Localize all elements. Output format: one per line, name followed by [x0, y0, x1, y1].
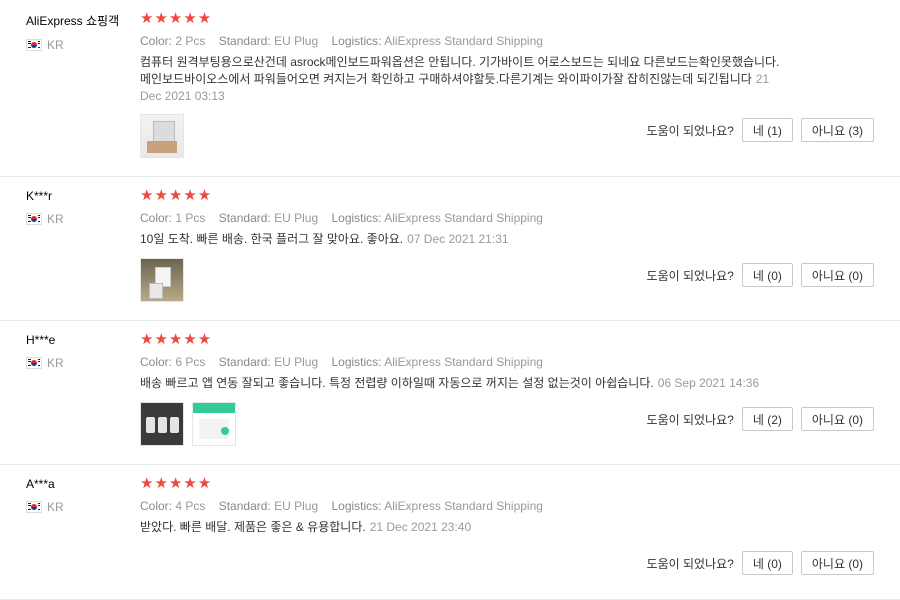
star-rating: ★★★★★ — [140, 10, 213, 27]
review-text-block: 배송 빠르고 앱 연동 잘되고 좋습니다. 특정 전렵량 이하일때 자동으로 꺼… — [140, 375, 840, 392]
reviewer-country: KR — [26, 500, 136, 514]
review-text: 배송 빠르고 앱 연동 잘되고 좋습니다. 특정 전렵량 이하일때 자동으로 꺼… — [140, 376, 654, 390]
standard-value: EU Plug — [274, 499, 319, 513]
standard-value: EU Plug — [274, 355, 319, 369]
review-photo[interactable] — [140, 402, 184, 446]
color-label: Color: — [140, 355, 173, 369]
color-value: 6 Pcs — [175, 355, 206, 369]
review-item: A***a KR ★★★★★ Color: 4 Pcs Standard: EU… — [0, 465, 900, 600]
korea-flag-icon — [26, 213, 42, 225]
helpful-no-button[interactable]: 아니요 (0) — [800, 551, 874, 575]
reviewer-name: H***e — [26, 333, 56, 347]
review-photos — [140, 258, 184, 302]
helpful-yes-button[interactable]: 네 (2) — [741, 407, 793, 431]
review-date: 21 Dec 2021 23:40 — [369, 520, 472, 534]
helpful-question: 도움이 되었나요? — [646, 556, 734, 571]
country-code: KR — [47, 212, 64, 226]
reviewer-info: H***e KR — [26, 333, 136, 370]
review-text-block: 컴퓨터 원격부팅용으로산건데 asrock메인보드파워옵션은 안됩니다. 기가바… — [140, 54, 790, 105]
standard-label: Standard: — [218, 499, 271, 513]
reviewer-info: A***a KR — [26, 477, 136, 514]
review-photos — [140, 114, 184, 158]
helpful-question: 도움이 되었나요? — [646, 412, 734, 427]
helpful-no-button[interactable]: 아니요 (0) — [800, 263, 874, 287]
review-attributes: Color: 4 Pcs Standard: EU Plug Logistics… — [140, 499, 874, 513]
review-text: 컴퓨터 원격부팅용으로산건데 asrock메인보드파워옵션은 안됩니다. 기가바… — [140, 55, 780, 86]
review-content: ★★★★★ Color: 2 Pcs Standard: EU Plug Log… — [140, 10, 874, 105]
review-date: 07 Dec 2021 21:31 — [407, 232, 509, 246]
review-photo[interactable] — [192, 402, 236, 446]
standard-label: Standard: — [218, 34, 271, 48]
review-text: 10일 도착. 빠른 배송. 한국 플러그 잘 맞아요. 좋아요. — [140, 232, 404, 246]
korea-flag-icon — [26, 39, 42, 51]
logistics-label: Logistics: — [331, 34, 382, 48]
star-rating: ★★★★★ — [140, 475, 213, 492]
review-attributes: Color: 1 Pcs Standard: EU Plug Logistics… — [140, 211, 874, 225]
review-content: ★★★★★ Color: 6 Pcs Standard: EU Plug Log… — [140, 331, 874, 392]
standard-value: EU Plug — [274, 34, 319, 48]
helpful-yes-button[interactable]: 네 (0) — [741, 551, 793, 575]
review-content: ★★★★★ Color: 4 Pcs Standard: EU Plug Log… — [140, 475, 874, 536]
reviewer-country: KR — [26, 212, 136, 226]
country-code: KR — [47, 500, 64, 514]
helpful-no-button[interactable]: 아니요 (0) — [800, 407, 874, 431]
logistics-label: Logistics: — [331, 355, 382, 369]
logistics-label: Logistics: — [331, 211, 382, 225]
review-text-block: 10일 도착. 빠른 배송. 한국 플러그 잘 맞아요. 좋아요. 07 Dec … — [140, 231, 790, 248]
helpful-vote: 도움이 되었나요? 네 (0) 아니요 (0) — [647, 263, 874, 287]
reviewer-name: A***a — [26, 477, 55, 491]
review-item: AliExpress 쇼핑객 KR ★★★★★ Color: 2 Pcs Sta… — [0, 0, 900, 177]
review-text: 받았다. 빠른 배달. 제품은 좋은 & 유용합니다. — [140, 520, 366, 534]
review-photos — [140, 402, 236, 446]
helpful-yes-button[interactable]: 네 (0) — [741, 263, 793, 287]
review-content: ★★★★★ Color: 1 Pcs Standard: EU Plug Log… — [140, 187, 874, 248]
color-label: Color: — [140, 499, 173, 513]
helpful-vote: 도움이 되었나요? 네 (1) 아니요 (3) — [647, 118, 874, 142]
logistics-value: AliExpress Standard Shipping — [384, 34, 543, 48]
star-rating: ★★★★★ — [140, 187, 213, 204]
helpful-yes-button[interactable]: 네 (1) — [741, 118, 793, 142]
reviewer-name: AliExpress 쇼핑객 — [26, 14, 120, 28]
helpful-question: 도움이 되었나요? — [646, 268, 734, 283]
star-rating: ★★★★★ — [140, 331, 213, 348]
review-attributes: Color: 6 Pcs Standard: EU Plug Logistics… — [140, 355, 874, 369]
review-photo[interactable] — [140, 258, 184, 302]
review-item: K***r KR ★★★★★ Color: 1 Pcs Standard: EU… — [0, 177, 900, 321]
reviewer-info: K***r KR — [26, 189, 136, 226]
helpful-no-button[interactable]: 아니요 (3) — [800, 118, 874, 142]
standard-value: EU Plug — [274, 211, 319, 225]
color-value: 2 Pcs — [175, 34, 206, 48]
logistics-value: AliExpress Standard Shipping — [384, 355, 543, 369]
reviewer-name: K***r — [26, 189, 53, 203]
review-text-block: 받았다. 빠른 배달. 제품은 좋은 & 유용합니다. 21 Dec 2021 2… — [140, 519, 790, 536]
review-attributes: Color: 2 Pcs Standard: EU Plug Logistics… — [140, 34, 874, 48]
review-date: 06 Sep 2021 14:36 — [657, 376, 760, 390]
reviewer-info: AliExpress 쇼핑객 KR — [26, 12, 136, 52]
helpful-question: 도움이 되었나요? — [646, 123, 734, 138]
review-photo[interactable] — [140, 114, 184, 158]
color-label: Color: — [140, 211, 173, 225]
reviewer-country: KR — [26, 356, 136, 370]
standard-label: Standard: — [218, 211, 271, 225]
logistics-label: Logistics: — [331, 499, 382, 513]
country-code: KR — [47, 356, 64, 370]
logistics-value: AliExpress Standard Shipping — [384, 499, 543, 513]
color-value: 1 Pcs — [175, 211, 206, 225]
country-code: KR — [47, 38, 64, 52]
color-label: Color: — [140, 34, 173, 48]
helpful-vote: 도움이 되었나요? 네 (0) 아니요 (0) — [647, 551, 874, 575]
standard-label: Standard: — [218, 355, 271, 369]
review-item: H***e KR ★★★★★ Color: 6 Pcs Standard: EU… — [0, 321, 900, 465]
logistics-value: AliExpress Standard Shipping — [384, 211, 543, 225]
korea-flag-icon — [26, 357, 42, 369]
korea-flag-icon — [26, 501, 42, 513]
color-value: 4 Pcs — [175, 499, 206, 513]
reviewer-country: KR — [26, 38, 136, 52]
helpful-vote: 도움이 되었나요? 네 (2) 아니요 (0) — [647, 407, 874, 431]
